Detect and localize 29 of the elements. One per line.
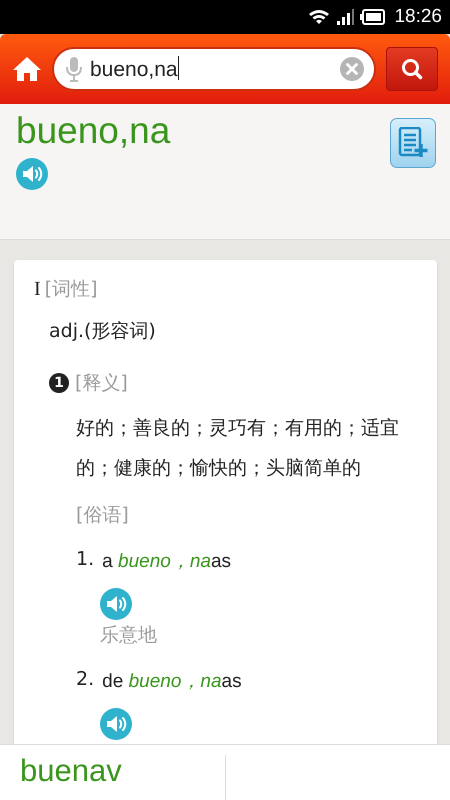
list-number: 2. [76, 668, 94, 692]
search-button[interactable] [386, 47, 438, 91]
home-icon[interactable] [12, 55, 42, 83]
signal-icon [336, 8, 354, 26]
add-to-wordbook-button[interactable] [390, 118, 436, 168]
speaker-icon[interactable] [100, 588, 132, 620]
list-number: 1. [76, 548, 94, 572]
microphone-icon[interactable] [66, 56, 82, 82]
section-label: [释义] [75, 371, 128, 396]
speaker-icon[interactable] [100, 708, 132, 740]
idiom-phrase: a bueno，naas [102, 550, 232, 574]
clear-icon[interactable] [340, 57, 364, 81]
speaker-icon[interactable] [16, 158, 48, 190]
idiom-phrase: de bueno，naas [102, 670, 242, 694]
headword: bueno,na [16, 110, 170, 152]
part-of-speech: adj.(形容词) [49, 319, 157, 344]
sense-number: 1 [49, 373, 69, 393]
definition-text: 好的；善良的；灵巧有；有用的；适宜的；健康的；愉快的；头脑简单的 [76, 416, 400, 481]
roman-numeral: I [34, 278, 41, 301]
clock-time: 18:26 [394, 6, 442, 28]
section-label: [俗语] [76, 503, 130, 528]
idiom-translation: 乐意地 [100, 623, 158, 648]
related-word[interactable]: buenav [0, 745, 225, 800]
wifi-icon [308, 8, 330, 26]
search-icon [401, 58, 423, 80]
battery-icon [360, 8, 386, 26]
note-add-icon [398, 127, 428, 159]
search-field[interactable]: bueno,na [52, 47, 376, 91]
section-label: [词性] [44, 277, 98, 302]
